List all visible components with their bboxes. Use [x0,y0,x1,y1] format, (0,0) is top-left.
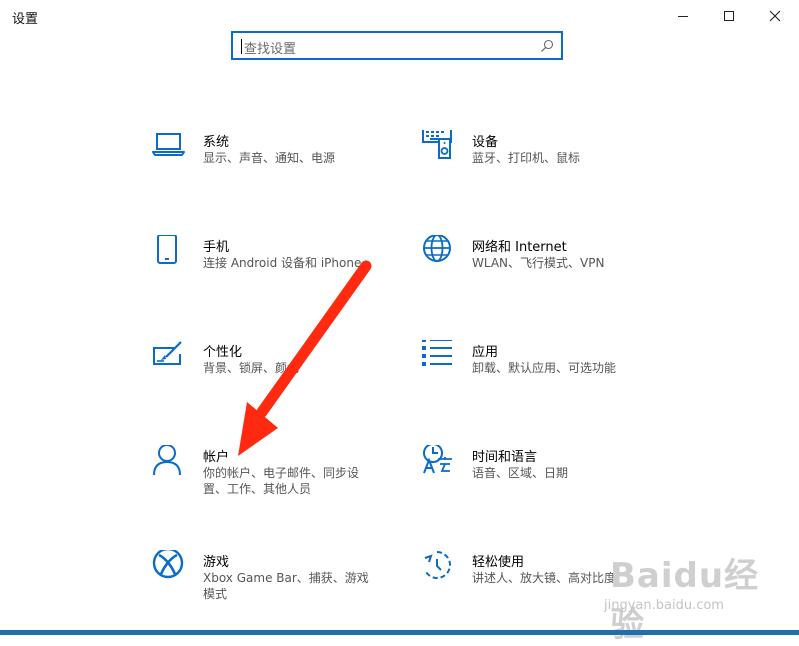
close-icon [769,10,781,22]
ease-of-access-icon [421,550,457,586]
tile-description: 背景、锁屏、颜色 [203,361,300,375]
tile-devices[interactable]: 设备 蓝牙、打印机、鼠标 [421,130,681,200]
tile-description: WLAN、飞行模式、VPN [472,256,605,270]
close-button[interactable] [752,0,798,32]
tile-system[interactable]: 系统 显示、声音、通知、电源 [152,130,412,200]
tile-description: 你的帐户、电子邮件、同步设置、工作、其他人员 [203,466,360,496]
text-caret [241,39,242,54]
search-icon[interactable] [540,39,554,53]
globe-icon [421,235,457,271]
tile-apps[interactable]: 应用 卸载、默认应用、可选功能 [421,340,681,410]
devices-icon [421,130,457,166]
minimize-icon [678,16,688,17]
tile-description: 蓝牙、打印机、鼠标 [472,151,581,165]
tile-description: 语音、区域、日期 [472,466,569,480]
tile-name: 游戏 [203,555,230,570]
tile-name: 设备 [472,135,499,150]
maximize-button[interactable] [706,0,752,32]
tile-name: 轻松使用 [472,555,525,570]
tile-name: 网络和 Internet [472,240,567,255]
apps-list-icon [421,340,457,376]
tile-name: 手机 [203,240,230,255]
tile-gaming[interactable]: 游戏 Xbox Game Bar、捕获、游戏模式 [152,550,412,620]
tile-phone[interactable]: 手机 连接 Android 设备和 iPhone [152,235,412,305]
search-placeholder: 查找设置 [244,42,297,57]
person-icon [152,445,188,481]
watermark-url: jingyan.baidu.com [604,598,724,613]
tile-network[interactable]: 网络和 Internet WLAN、飞行模式、VPN [421,235,681,305]
tile-description: 卸载、默认应用、可选功能 [472,361,617,375]
laptop-icon [152,130,188,166]
paint-icon [152,340,188,376]
tile-description: 显示、声音、通知、电源 [203,151,336,165]
tile-description: 连接 Android 设备和 iPhone [203,256,362,270]
maximize-icon [724,11,734,21]
annotation-arrow [238,260,372,456]
tile-description: Xbox Game Bar、捕获、游戏模式 [203,571,369,601]
phone-icon [152,235,188,271]
search-input[interactable]: 查找设置 [231,31,563,60]
tile-name: 应用 [472,345,499,360]
tile-time-language[interactable]: 时间和语言 语音、区域、日期 [421,445,681,515]
time-language-icon [421,445,457,481]
title-bar: 设置 [0,0,799,32]
tile-name: 系统 [203,135,230,150]
tile-accounts[interactable]: 帐户 你的帐户、电子邮件、同步设置、工作、其他人员 [152,445,412,515]
watermark: Baidu经验 jingyan.baidu.com [600,548,790,645]
tile-name: 个性化 [203,345,243,360]
xbox-icon [152,550,188,586]
window-title: 设置 [12,12,39,27]
tile-personalization[interactable]: 个性化 背景、锁屏、颜色 [152,340,412,410]
taskbar-edge [0,630,799,635]
tile-name: 时间和语言 [472,450,538,465]
tile-name: 帐户 [203,450,230,465]
minimize-button[interactable] [660,0,706,32]
